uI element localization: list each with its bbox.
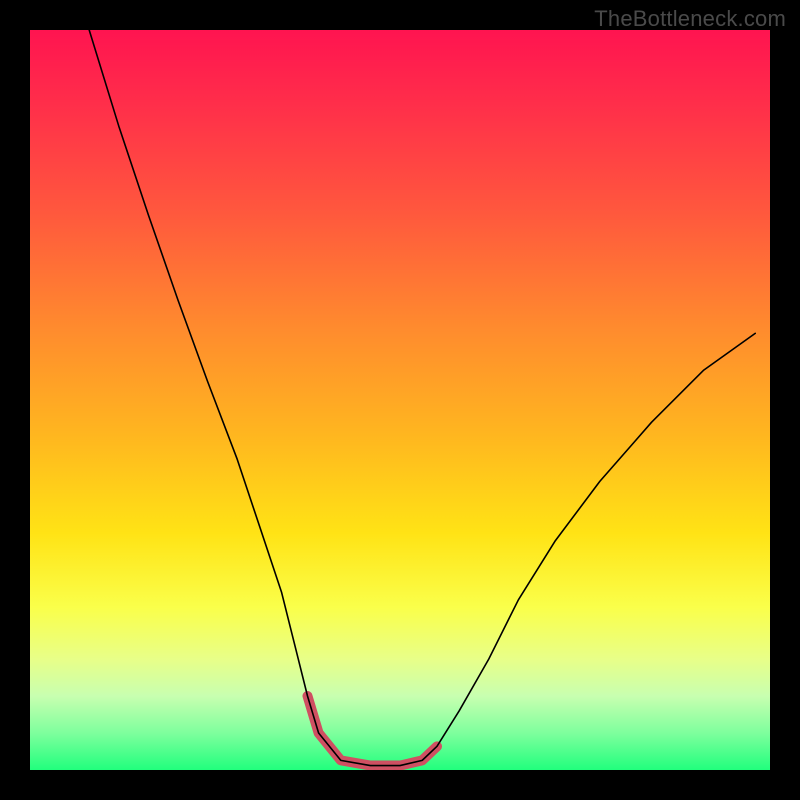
curve-layer <box>30 30 770 770</box>
bottleneck-highlight <box>308 696 438 766</box>
watermark-text: TheBottleneck.com <box>594 6 786 32</box>
bottleneck-curve <box>89 30 755 766</box>
chart-frame: TheBottleneck.com <box>0 0 800 800</box>
plot-area <box>30 30 770 770</box>
